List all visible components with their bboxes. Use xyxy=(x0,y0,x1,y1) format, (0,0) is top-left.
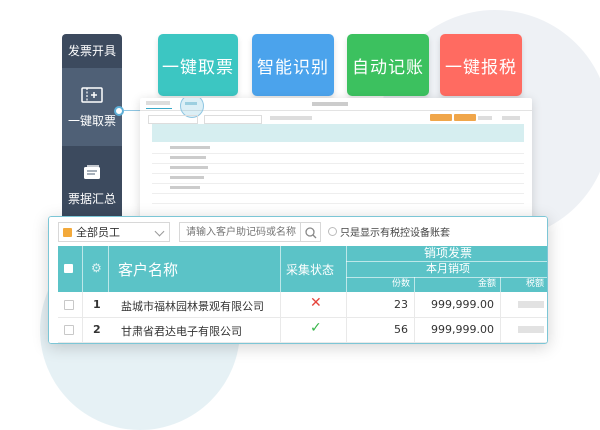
background-toolbar xyxy=(140,111,532,125)
column-header-sales-invoices: 销项发票 xyxy=(346,246,548,262)
background-table-header xyxy=(152,124,524,142)
receipt-icon xyxy=(84,164,100,179)
customer-name: 盐城市福林园林景观有限公司 xyxy=(121,300,264,313)
background-tabbar xyxy=(140,98,532,118)
background-app-window xyxy=(140,98,532,222)
only-tax-devices-label: 只是显示有税控设备账套 xyxy=(340,228,450,239)
invoice-amount: 999,999.00 xyxy=(431,323,494,336)
tax-amount-blurred xyxy=(518,326,544,333)
user-group-icon xyxy=(63,227,72,237)
tile-one-click-tax-filing[interactable]: 一键报税 xyxy=(440,34,522,96)
chevron-down-icon xyxy=(154,226,165,237)
sidebar-title: 发票开具 xyxy=(67,44,116,58)
table-row[interactable]: 1 盐城市福林园林景观有限公司 ✕ 23 999,999.00 xyxy=(58,292,548,318)
customer-search-input[interactable] xyxy=(179,222,301,242)
column-header-customer-name: 客户名称 xyxy=(118,261,179,279)
tax-amount-blurred xyxy=(518,301,544,308)
table-header: ⚙ 客户名称 采集状态 销项发票 本月销项 份数 金额 税额 xyxy=(58,246,548,292)
column-header-amount: 金额 xyxy=(414,277,500,292)
tile-smart-recognition[interactable]: 智能识别 xyxy=(252,34,334,96)
row-index: 1 xyxy=(93,298,101,311)
sidebar: 发票开具 一键取票 票据汇总 xyxy=(62,34,122,224)
search-button[interactable] xyxy=(301,222,321,242)
settings-icon[interactable]: ⚙ xyxy=(91,261,102,275)
customer-name: 甘肃省君达电子有限公司 xyxy=(121,325,242,338)
sidebar-item-label: 票据汇总 xyxy=(67,191,116,206)
column-header-count: 份数 xyxy=(346,277,414,292)
status-success-icon: ✓ xyxy=(310,320,322,336)
sidebar-item-one-click-get-invoice[interactable]: 一键取票 xyxy=(62,68,122,146)
employee-filter-select[interactable]: 全部员工 xyxy=(58,222,170,242)
tile-one-click-get-invoice[interactable]: 一键取票 xyxy=(158,34,238,96)
employee-filter-value: 全部员工 xyxy=(76,226,120,239)
table-row[interactable]: 2 甘肃省君达电子有限公司 ✓ 56 999,999.00 xyxy=(58,317,548,343)
only-tax-devices-radio[interactable] xyxy=(328,227,337,236)
connector-dot xyxy=(114,106,124,116)
invoice-amount: 999,999.00 xyxy=(431,298,494,311)
row-index: 2 xyxy=(93,323,101,336)
row-checkbox[interactable] xyxy=(64,300,74,310)
sidebar-item-label: 一键取票 xyxy=(67,113,116,128)
ticket-icon xyxy=(81,86,103,103)
column-header-status: 采集状态 xyxy=(286,263,335,277)
status-failed-icon: ✕ xyxy=(310,295,322,311)
sidebar-item-invoice-summary[interactable]: 票据汇总 xyxy=(62,146,122,224)
select-all-checkbox[interactable] xyxy=(64,264,73,273)
row-checkbox[interactable] xyxy=(64,325,74,335)
tile-auto-bookkeeping[interactable]: 自动记账 xyxy=(347,34,429,96)
search-icon xyxy=(305,227,317,239)
invoice-count: 56 xyxy=(394,323,408,336)
column-header-monthly-sales: 本月销项 xyxy=(346,261,548,278)
column-header-tax: 税额 xyxy=(500,277,548,292)
customer-table-card: 全部员工 只是显示有税控设备账套 ⚙ 客户名称 采集状态 销项发票 本月销项 份… xyxy=(48,216,548,344)
invoice-count: 23 xyxy=(394,298,408,311)
